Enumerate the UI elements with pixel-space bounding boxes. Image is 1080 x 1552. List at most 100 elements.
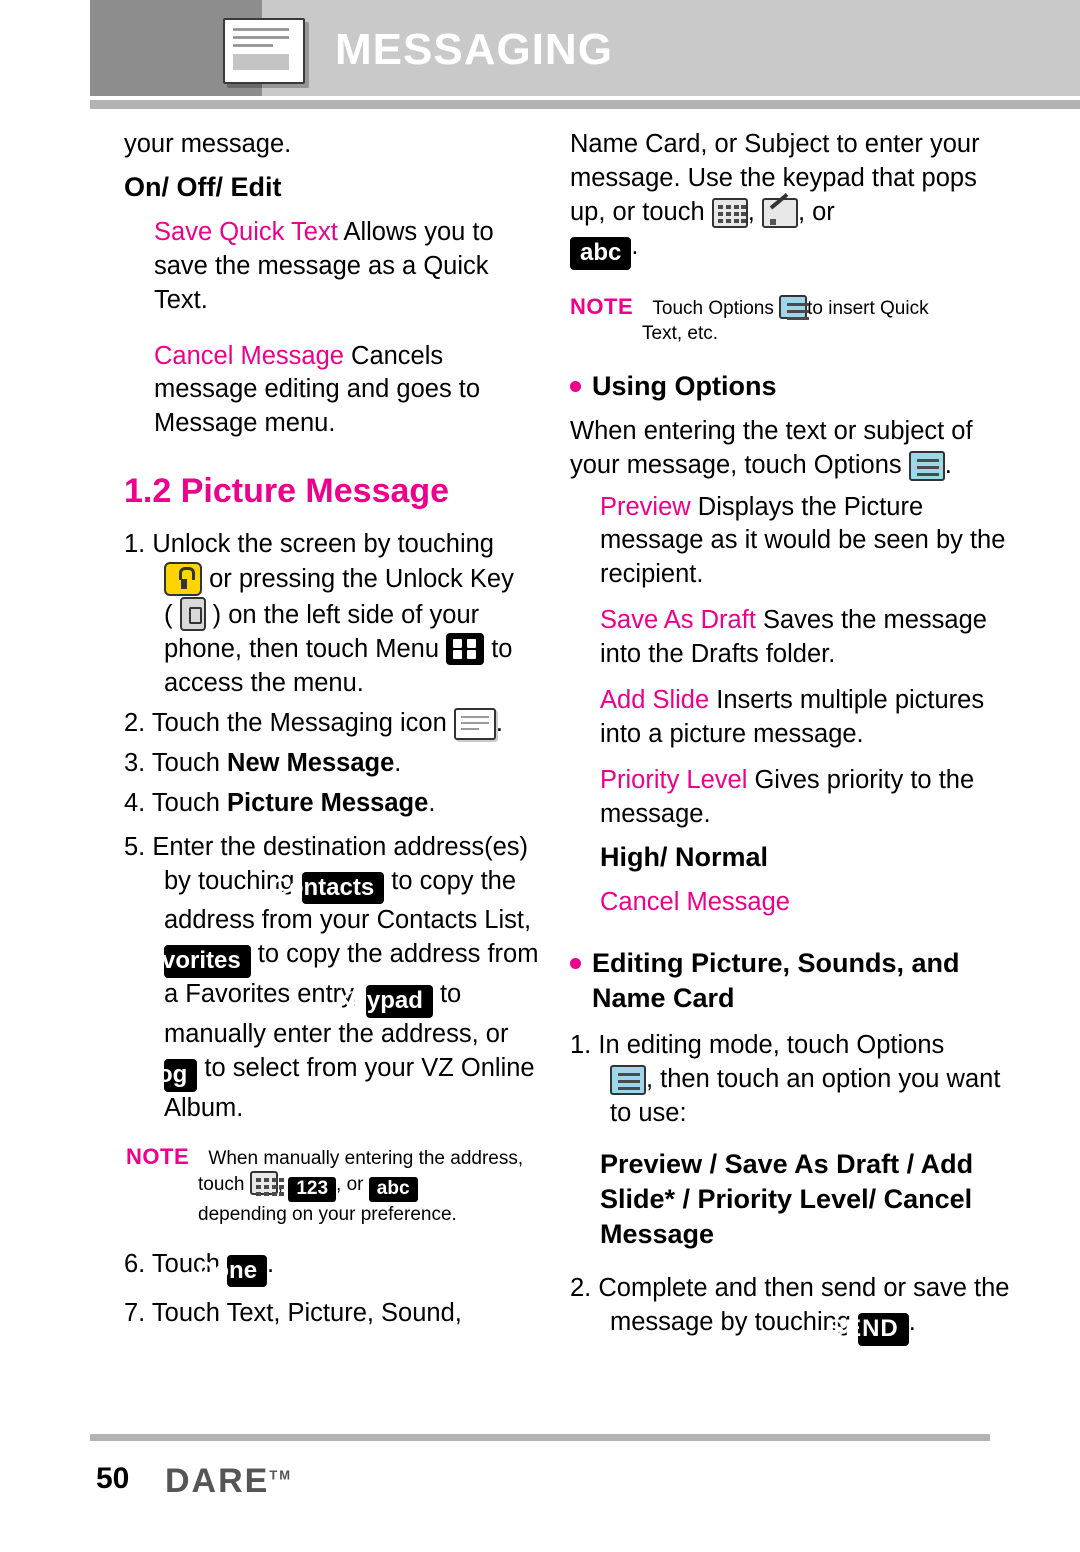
brand-name: DARE xyxy=(165,1462,270,1500)
done-button[interactable]: Done xyxy=(197,1254,268,1288)
page-number: 50 xyxy=(96,1462,130,1495)
note-text-left-line3: depending on your preference. xyxy=(198,1204,457,1226)
note-label-right: NOTE xyxy=(570,293,634,319)
step-6-number: 6. xyxy=(124,1249,146,1278)
term-priority-level: Priority Level Gives priority to the mes… xyxy=(570,764,1010,832)
paragraph-using-options: When entering the text or subject of you… xyxy=(570,415,1010,483)
edit-step-1-text-a: In editing mode, touch Options xyxy=(598,1031,945,1060)
note-text-right-b: to insert Quick xyxy=(807,297,929,319)
step-7-text: Touch Text, Picture, Sound, xyxy=(151,1299,462,1328)
page-title: MESSAGING xyxy=(335,25,613,74)
section-heading-picture-message: 1.2 Picture Message xyxy=(124,472,450,511)
step-7-number: 7. xyxy=(124,1299,146,1328)
lock-icon xyxy=(164,562,202,597)
term-label-add-slide: Add Slide xyxy=(600,686,710,715)
right-p1-period: . xyxy=(631,231,639,260)
page-header: MESSAGING xyxy=(0,0,1080,109)
term-preview: Preview Displays the Picture message as … xyxy=(570,491,1010,593)
list-item-step-3: 3. Touch New Message. xyxy=(124,747,544,781)
right-p1-text-c: , or xyxy=(797,197,835,226)
options-list-text: Preview / Save As Draft / Add Slide* / P… xyxy=(600,1149,974,1250)
heading-high-normal: High/ Normal xyxy=(600,841,769,872)
unlock-key-icon xyxy=(179,597,206,632)
step-1-number: 1. xyxy=(124,530,146,559)
term-label-priority-level: Priority Level xyxy=(600,765,748,794)
edit-step-2-number: 2. xyxy=(570,1274,592,1303)
options-icon xyxy=(908,450,945,481)
term-label-preview: Preview xyxy=(600,492,691,521)
step-1-text-c: ( xyxy=(164,601,180,630)
header-icon-panel xyxy=(90,0,305,96)
term-label-save-as-draft: Save As Draft xyxy=(600,606,756,635)
list-item-step-5: 5. Enter the destination address(es) by … xyxy=(124,831,544,1126)
keypad-icon xyxy=(249,1171,284,1197)
favorites-button[interactable]: Favorites xyxy=(134,945,251,979)
edit-step-1-number: 1. xyxy=(570,1031,592,1060)
footer-divider xyxy=(90,1434,990,1441)
step-2-text: Touch the Messaging icon xyxy=(151,709,447,737)
term-cancel-message: Cancel Message Cancels message editing a… xyxy=(124,340,544,442)
step-1-text-a: Unlock the screen by touching xyxy=(152,530,494,559)
right-column: Name Card, or Subject to enter your mess… xyxy=(570,128,1010,1352)
term-save-quick-text: Save Quick Text Allows you to save the m… xyxy=(124,216,544,318)
list-item-step-2: 2. Touch the Messaging icon . xyxy=(124,707,544,741)
step-4-text-a: Touch xyxy=(151,788,228,817)
brand-trademark: TM xyxy=(269,1467,293,1483)
contacts-button[interactable]: Contacts xyxy=(272,871,385,905)
step-3-period: . xyxy=(394,748,402,777)
brand-logo: DARETM xyxy=(165,1462,292,1501)
note-touch-word: touch xyxy=(198,1174,245,1196)
note-text-left-line1: When manually entering the address, xyxy=(208,1147,524,1169)
term-label-cancel-message: Cancel Message xyxy=(154,341,344,370)
left-column: your message. On/ Off/ Edit Save Quick T… xyxy=(124,128,544,1337)
blog-button[interactable]: Blog xyxy=(134,1058,198,1092)
edit-step-1-text-b: , then touch an option you want to use: xyxy=(610,1065,1001,1128)
header-divider xyxy=(90,100,1080,109)
keypad-button[interactable]: Keypad xyxy=(336,985,433,1018)
term-label-save-quick-text: Save Quick Text xyxy=(154,217,338,246)
note-block-left: NOTE When manually entering the address,… xyxy=(124,1142,544,1228)
paragraph-name-card: Name Card, or Subject to enter your mess… xyxy=(570,128,1010,270)
pencil-icon xyxy=(761,197,798,228)
step-1-text-d: ) on the left side of your phone, then t… xyxy=(164,601,480,664)
note-or-left: , or xyxy=(336,1174,364,1196)
heading-on-off-edit: On/ Off/ Edit xyxy=(124,171,282,202)
step-3-text-a: Touch xyxy=(151,748,228,777)
list-item-step-4: 4. Touch Picture Message. xyxy=(124,787,544,821)
step-6-period: . xyxy=(267,1249,275,1278)
heading-using-options: Using Options xyxy=(570,369,1010,405)
list-item-edit-step-1: 1. In editing mode, touch Options , then… xyxy=(570,1029,1010,1131)
list-item-step-7: 7. Touch Text, Picture, Sound, xyxy=(124,1297,544,1331)
step-3-text-bold: New Message xyxy=(227,748,395,777)
step-4-text-bold: Picture Message xyxy=(227,788,429,817)
list-item-step-6: 6. Touch Done. xyxy=(124,1248,544,1288)
step-2-period: . xyxy=(495,709,503,737)
keypad-icon-right xyxy=(711,197,748,228)
step-5-number: 5. xyxy=(124,832,146,861)
term-add-slide: Add Slide Inserts multiple pictures into… xyxy=(570,684,1010,752)
list-item-step-1: 1. Unlock the screen by touching or pres… xyxy=(124,528,544,701)
messaging-icon xyxy=(453,708,496,740)
key-abc-button-left[interactable]: abc xyxy=(368,1177,418,1203)
step-1-text-b: or pressing the Unlock Key xyxy=(202,565,514,594)
right-p1-text-b: , xyxy=(747,197,762,226)
note-label-left: NOTE xyxy=(126,1143,190,1169)
uo-period: . xyxy=(944,450,952,479)
key-123-button[interactable]: 123 xyxy=(288,1177,337,1203)
step-3-number: 3. xyxy=(124,748,146,777)
send-button[interactable]: SEND xyxy=(828,1313,909,1347)
step-4-number: 4. xyxy=(124,788,146,817)
messaging-envelope-icon xyxy=(223,18,305,84)
term-cancel-message-right: Cancel Message xyxy=(600,887,790,916)
step-4-period: . xyxy=(428,788,436,817)
note-text-right-a: Touch Options xyxy=(652,297,774,319)
step-2-number: 2. xyxy=(124,709,146,737)
abc-button-right[interactable]: abc xyxy=(570,236,632,270)
edit-step-2-period: . xyxy=(908,1308,916,1337)
options-list-icon-note xyxy=(779,294,810,320)
list-item-edit-step-2: 2. Complete and then send or save the me… xyxy=(570,1272,1010,1347)
menu-grid-icon xyxy=(446,633,485,666)
note-text-right-c: Text, etc. xyxy=(642,323,719,345)
options-icon-2 xyxy=(610,1065,646,1096)
heading-editing-picture-sounds: Editing Picture, Sounds, and Name Card xyxy=(570,946,1010,1018)
